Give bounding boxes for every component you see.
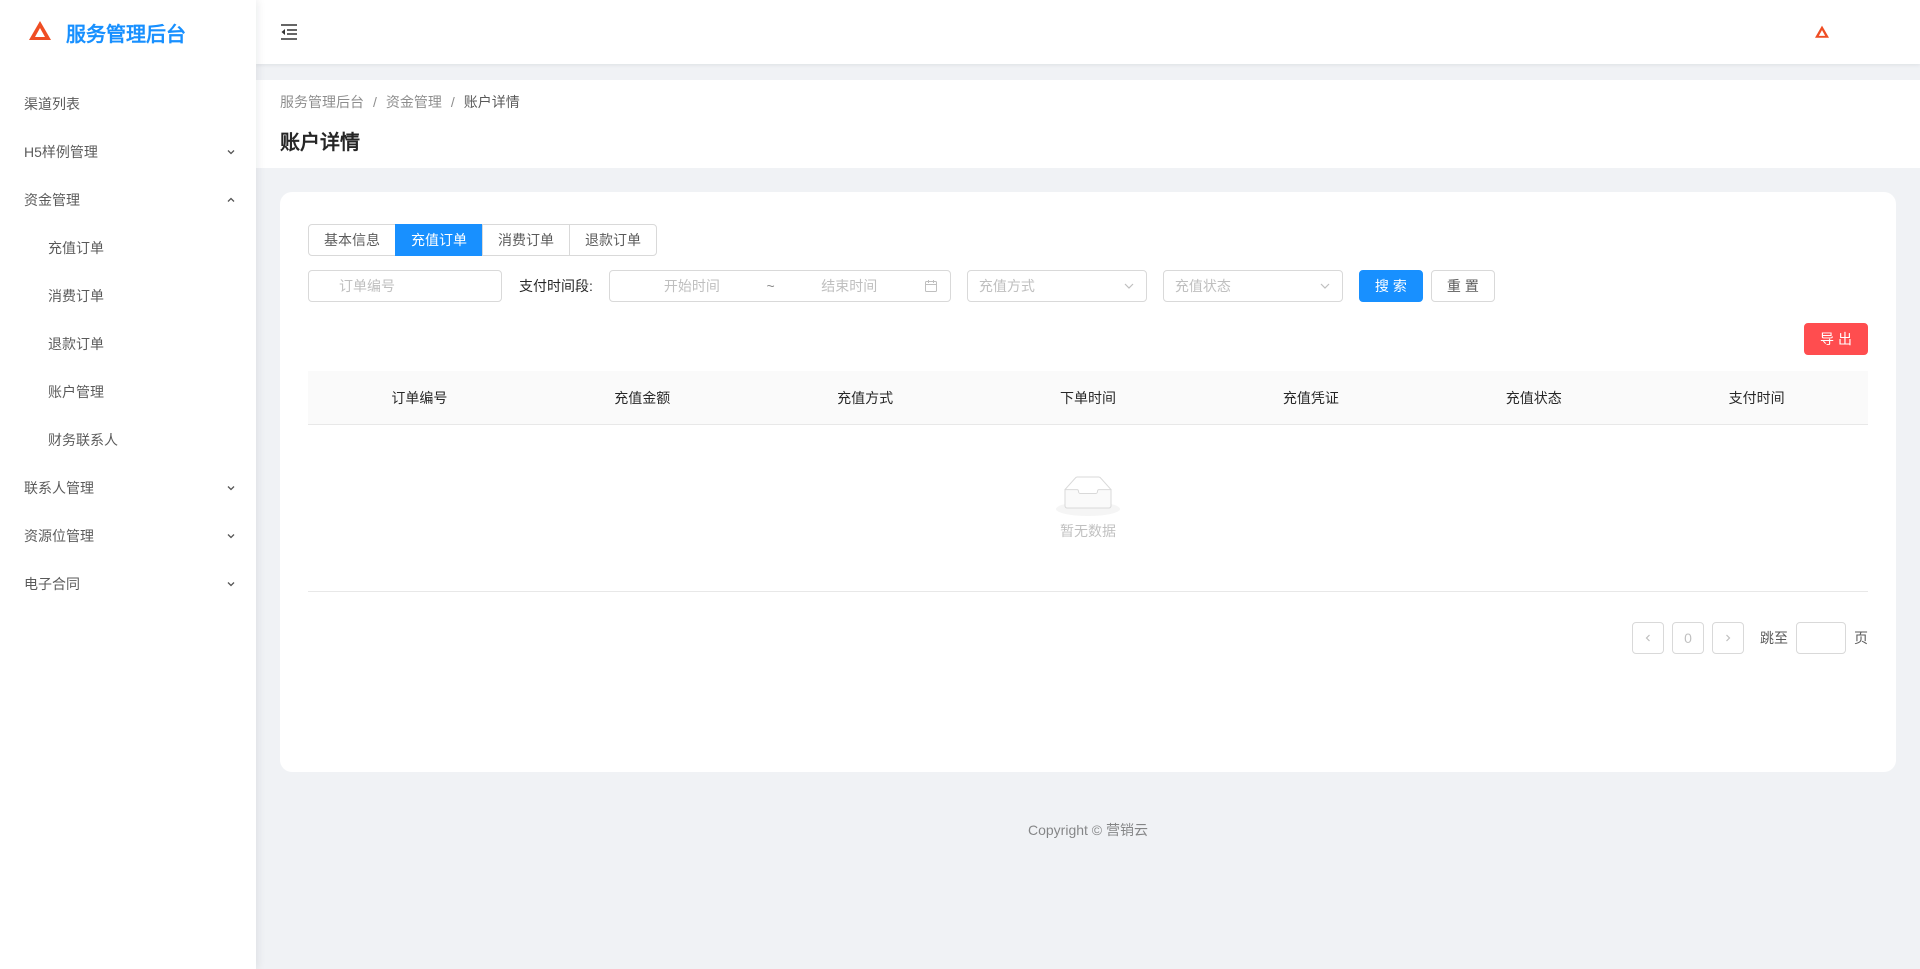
page-header: 服务管理后台 / 资金管理 / 账户详情 账户详情 bbox=[256, 80, 1920, 168]
menu-fold-icon[interactable] bbox=[280, 24, 298, 40]
sidebar-item-label: 充值订单 bbox=[48, 240, 104, 256]
chevron-down-icon bbox=[227, 534, 235, 539]
jump-page-input[interactable] bbox=[1796, 622, 1846, 654]
tab-group: 基本信息 充值订单 消费订单 退款订单 bbox=[308, 224, 1868, 256]
logo-icon bbox=[1815, 25, 1829, 38]
prev-page-button[interactable] bbox=[1632, 622, 1664, 654]
tab-basic-info[interactable]: 基本信息 bbox=[308, 224, 396, 256]
chevron-down-icon bbox=[1320, 283, 1330, 289]
export-row: 导出 bbox=[308, 323, 1868, 355]
tab-recharge-orders[interactable]: 充值订单 bbox=[395, 224, 483, 256]
sidebar-item-label: 退款订单 bbox=[48, 336, 104, 352]
sidebar-item-e-contracts[interactable]: 电子合同 bbox=[0, 560, 256, 608]
empty-text: 暂无数据 bbox=[1060, 522, 1116, 539]
chevron-down-icon bbox=[1124, 283, 1134, 289]
pay-time-label: 支付时间段: bbox=[519, 278, 593, 294]
orders-table: 订单编号 充值金额 充值方式 下单时间 充值凭证 充值状态 支付时间 暂无数据 bbox=[308, 371, 1868, 592]
next-page-button[interactable] bbox=[1712, 622, 1744, 654]
recharge-method-select[interactable]: 充值方式 bbox=[966, 270, 1147, 302]
order-number-input[interactable]: 订单编号 bbox=[308, 270, 502, 302]
recharge-status-select[interactable]: 充值状态 bbox=[1162, 270, 1343, 302]
breadcrumb-item[interactable]: 资金管理 bbox=[386, 92, 442, 112]
sidebar-item-account-management[interactable]: 账户管理 bbox=[0, 368, 256, 416]
sidebar-item-contacts[interactable]: 联系人管理 bbox=[0, 464, 256, 512]
sidebar-item-funds[interactable]: 资金管理 bbox=[0, 176, 256, 224]
jump-prefix: 跳至 bbox=[1760, 630, 1788, 646]
sidebar-item-label: 账户管理 bbox=[48, 384, 104, 400]
placeholder: 充值方式 bbox=[978, 278, 1035, 294]
pagination: 0 跳至 页 bbox=[308, 622, 1868, 654]
column-header: 充值金额 bbox=[614, 389, 671, 406]
sidebar-item-h5-samples[interactable]: H5样例管理 bbox=[0, 128, 256, 176]
top-header bbox=[256, 0, 1920, 64]
breadcrumb-separator: / bbox=[373, 94, 377, 110]
sidebar-item-channel-list[interactable]: 渠道列表 bbox=[0, 80, 256, 128]
start-time-placeholder: 开始时间 bbox=[663, 278, 720, 294]
breadcrumb-separator: / bbox=[450, 94, 455, 110]
sidebar-item-label: 财务联系人 bbox=[48, 432, 118, 448]
footer-copyright: Copyright © 营销云 bbox=[1027, 822, 1148, 838]
jump-suffix: 页 bbox=[1854, 630, 1868, 646]
placeholder: 订单编号 bbox=[339, 278, 395, 294]
tab-refund-orders[interactable]: 退款订单 bbox=[569, 224, 657, 256]
calendar-icon bbox=[924, 280, 937, 292]
logo-area[interactable]: 服务管理后台 bbox=[0, 0, 256, 64]
sidebar-item-recharge-orders[interactable]: 充值订单 bbox=[0, 224, 256, 272]
sidebar-item-label: 消费订单 bbox=[48, 288, 104, 304]
page-jumper: 跳至 页 bbox=[1760, 622, 1868, 654]
sidebar: 服务管理后台 渠道列表 H5样例管理 资金管理 充值订单 消费订单 退款订单 账… bbox=[0, 0, 256, 969]
empty-inbox-icon bbox=[1056, 476, 1120, 516]
breadcrumb-item[interactable]: 服务管理后台 bbox=[280, 92, 364, 112]
column-header: 充值方式 bbox=[837, 389, 894, 406]
content-card: 基本信息 充值订单 消费订单 退款订单 订单编号 支付时间段: 开始时间 ~ 结… bbox=[280, 192, 1896, 772]
reset-button[interactable]: 重置 bbox=[1430, 270, 1495, 302]
chevron-right-icon bbox=[1726, 634, 1731, 642]
filter-bar: 订单编号 支付时间段: 开始时间 ~ 结束时间 充值方式 充值状态 搜索 重置 bbox=[308, 270, 1868, 302]
sidebar-item-label: 电子合同 bbox=[24, 576, 80, 592]
pay-time-range-picker[interactable]: 开始时间 ~ 结束时间 bbox=[608, 270, 951, 302]
chevron-down-icon bbox=[227, 150, 235, 155]
sidebar-item-finance-contacts[interactable]: 财务联系人 bbox=[0, 416, 256, 464]
page-title: 账户详情 bbox=[280, 132, 360, 154]
sidebar-item-consume-orders[interactable]: 消费订单 bbox=[0, 272, 256, 320]
end-time-placeholder: 结束时间 bbox=[821, 278, 878, 294]
column-header: 支付时间 bbox=[1728, 389, 1785, 406]
user-avatar[interactable] bbox=[1814, 25, 1830, 39]
column-header: 充值状态 bbox=[1505, 389, 1562, 406]
chevron-down-icon bbox=[227, 486, 235, 491]
column-header: 订单编号 bbox=[391, 389, 448, 406]
page-number[interactable]: 0 bbox=[1672, 622, 1704, 654]
table-header: 订单编号 充值金额 充值方式 下单时间 充值凭证 充值状态 支付时间 bbox=[308, 371, 1868, 425]
sidebar-item-refund-orders[interactable]: 退款订单 bbox=[0, 320, 256, 368]
sidebar-item-label: H5样例管理 bbox=[24, 144, 98, 160]
sidebar-item-label: 渠道列表 bbox=[24, 96, 80, 112]
column-header: 下单时间 bbox=[1060, 389, 1116, 406]
sidebar-item-label: 联系人管理 bbox=[24, 480, 94, 496]
range-separator: ~ bbox=[766, 278, 775, 294]
sidebar-item-resource-slots[interactable]: 资源位管理 bbox=[0, 512, 256, 560]
chevron-down-icon bbox=[227, 582, 235, 587]
placeholder: 充值状态 bbox=[1174, 278, 1231, 294]
breadcrumb-current: 账户详情 bbox=[463, 94, 520, 110]
search-button[interactable]: 搜索 bbox=[1358, 270, 1423, 302]
export-button[interactable]: 导出 bbox=[1804, 323, 1868, 355]
empty-state: 暂无数据 bbox=[308, 425, 1868, 592]
sidebar-item-label: 资源位管理 bbox=[24, 528, 94, 544]
breadcrumb: 服务管理后台 / 资金管理 / 账户详情 bbox=[280, 92, 1896, 112]
sidebar-menu: 渠道列表 H5样例管理 资金管理 充值订单 消费订单 退款订单 账户管理 财务联… bbox=[0, 80, 256, 608]
chevron-left-icon bbox=[1645, 634, 1650, 642]
tab-consume-orders[interactable]: 消费订单 bbox=[482, 224, 570, 256]
app-title: 服务管理后台 bbox=[66, 23, 186, 46]
column-header: 充值凭证 bbox=[1282, 389, 1339, 406]
sidebar-item-label: 资金管理 bbox=[24, 192, 80, 208]
chevron-up-icon bbox=[227, 197, 235, 202]
logo-icon bbox=[28, 20, 52, 45]
